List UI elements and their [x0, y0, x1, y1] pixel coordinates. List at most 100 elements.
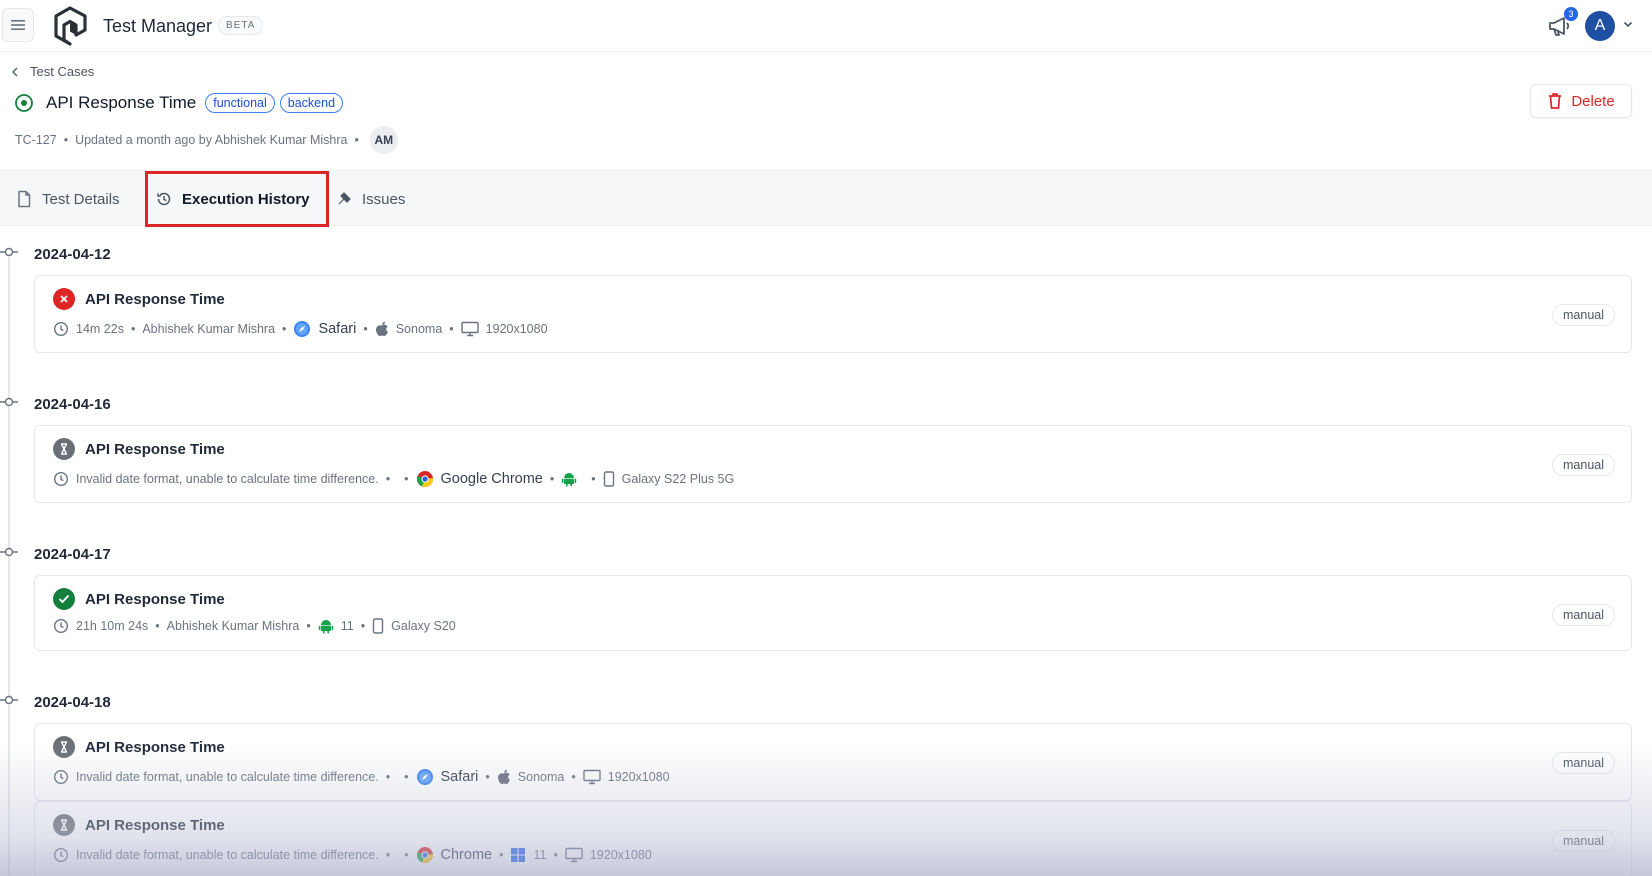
- execution-title-row: API Response Time: [53, 588, 225, 610]
- execution-mode-badge: manual: [1552, 454, 1615, 476]
- execution-title-row: API Response Time: [53, 438, 225, 460]
- notification-count-badge: 3: [1564, 7, 1578, 21]
- execution-duration: Invalid date format, unable to calculate…: [76, 770, 379, 784]
- delete-button[interactable]: Delete: [1530, 84, 1632, 118]
- safari-icon: [293, 320, 311, 338]
- execution-browser: Chrome: [440, 847, 493, 863]
- execution-title: API Response Time: [85, 440, 225, 458]
- hamburger-menu-button[interactable]: [2, 8, 34, 42]
- execution-card[interactable]: API Response Time Invalid date format, u…: [34, 425, 1632, 503]
- timeline-node-icon: [0, 695, 18, 705]
- bug-icon: [338, 192, 351, 205]
- execution-date: 2024-04-18: [34, 694, 111, 711]
- hourglass-status-icon: [53, 736, 75, 758]
- beta-badge: BETA: [218, 16, 264, 35]
- delete-button-label: Delete: [1571, 92, 1615, 110]
- chevron-down-icon[interactable]: [1622, 18, 1634, 30]
- chevron-left-icon: [11, 66, 18, 77]
- execution-browser: Safari: [440, 769, 479, 785]
- execution-browser: Safari: [318, 321, 357, 337]
- breadcrumb-label[interactable]: Test Cases: [30, 64, 94, 79]
- execution-duration: Invalid date format, unable to calculate…: [76, 848, 379, 862]
- clock-icon: [53, 321, 69, 337]
- execution-meta: Invalid date format, unable to calculate…: [53, 846, 652, 864]
- execution-card[interactable]: API Response Time 14m 22s • Abhishek Kum…: [34, 275, 1632, 353]
- test-case-meta: TC-127 • Updated a month ago by Abhishek…: [15, 126, 398, 154]
- tab-execution-history[interactable]: Execution History: [145, 171, 329, 227]
- clock-icon: [53, 618, 69, 634]
- execution-mode-badge: manual: [1552, 604, 1615, 626]
- separator-dot: •: [385, 472, 391, 486]
- execution-device: Galaxy S22 Plus 5G: [621, 472, 735, 486]
- clock-icon: [53, 847, 69, 863]
- execution-title: API Response Time: [85, 590, 225, 608]
- execution-duration: 14m 22s: [76, 322, 124, 336]
- user-avatar[interactable]: A: [1585, 11, 1615, 41]
- execution-os: 11: [340, 619, 354, 633]
- execution-title: API Response Time: [85, 290, 225, 308]
- separator-dot: •: [591, 472, 596, 486]
- tab-test-details[interactable]: Test Details: [16, 171, 120, 227]
- tab-label: Execution History: [182, 190, 310, 208]
- execution-meta: 14m 22s • Abhishek Kumar Mishra • Safari…: [53, 320, 548, 338]
- tab-label: Issues: [362, 190, 406, 208]
- separator-dot: •: [385, 770, 391, 784]
- file-icon: [18, 190, 31, 208]
- execution-device: 1920x1080: [485, 322, 548, 336]
- phone-icon: [603, 471, 615, 487]
- separator-dot: •: [360, 619, 366, 633]
- app-logo[interactable]: [52, 6, 88, 46]
- execution-browser: Google Chrome: [440, 471, 543, 487]
- breadcrumb[interactable]: Test Cases: [10, 64, 94, 79]
- execution-date: 2024-04-16: [34, 396, 111, 413]
- page-title: API Response Time: [46, 93, 197, 112]
- execution-title-row: API Response Time: [53, 736, 225, 758]
- android-icon: [318, 618, 334, 634]
- hamburger-icon: [11, 20, 25, 30]
- top-bar: Test Manager BETA 3 A: [0, 0, 1652, 52]
- hourglass-status-icon: [53, 438, 75, 460]
- separator-dot: •: [306, 619, 311, 633]
- timeline-node-icon: [0, 247, 18, 257]
- apple-icon: [497, 769, 511, 785]
- author-avatar[interactable]: AM: [369, 126, 398, 154]
- execution-user: Abhishek Kumar Mishra: [142, 322, 276, 336]
- separator-dot: •: [404, 848, 409, 862]
- android-icon: [561, 471, 577, 487]
- monitor-icon: [460, 321, 479, 337]
- tab-label: Test Details: [42, 190, 120, 208]
- apple-icon: [375, 321, 389, 337]
- execution-title-row: API Response Time: [53, 814, 225, 836]
- chrome-icon: [416, 470, 434, 488]
- execution-mode-badge: manual: [1552, 830, 1615, 852]
- execution-date: 2024-04-17: [34, 546, 111, 563]
- execution-meta: 21h 10m 24s • Abhishek Kumar Mishra • 11…: [53, 618, 456, 634]
- separator-dot: •: [354, 133, 359, 147]
- monitor-icon: [583, 769, 601, 785]
- separator-dot: •: [571, 770, 576, 784]
- tag-backend[interactable]: backend: [279, 93, 344, 113]
- execution-os: Sonoma: [395, 322, 443, 336]
- execution-card[interactable]: API Response Time Invalid date format, u…: [34, 801, 1632, 876]
- tab-issues[interactable]: Issues: [336, 171, 405, 227]
- tag-functional[interactable]: functional: [205, 93, 275, 113]
- test-case-title-row: API Response Time functional backend: [14, 93, 344, 113]
- separator-dot: •: [363, 322, 368, 336]
- execution-device: 1920x1080: [589, 848, 652, 862]
- separator-dot: •: [155, 619, 160, 633]
- trash-icon: [1549, 93, 1562, 109]
- test-case-id: TC-127: [15, 133, 57, 147]
- safari-icon: [416, 768, 434, 786]
- clock-icon: [53, 471, 69, 487]
- execution-os: 11: [533, 848, 547, 862]
- separator-dot: •: [449, 322, 454, 336]
- separator-dot: •: [485, 770, 490, 784]
- separator-dot: •: [63, 133, 69, 147]
- execution-card[interactable]: API Response Time Invalid date format, u…: [34, 723, 1632, 801]
- execution-device: 1920x1080: [607, 770, 670, 784]
- execution-title-row: API Response Time: [53, 288, 225, 310]
- app-title: Test Manager: [103, 16, 213, 36]
- execution-card[interactable]: API Response Time 21h 10m 24s • Abhishek…: [34, 575, 1632, 651]
- hourglass-status-icon: [53, 814, 75, 836]
- execution-duration: Invalid date format, unable to calculate…: [76, 472, 379, 486]
